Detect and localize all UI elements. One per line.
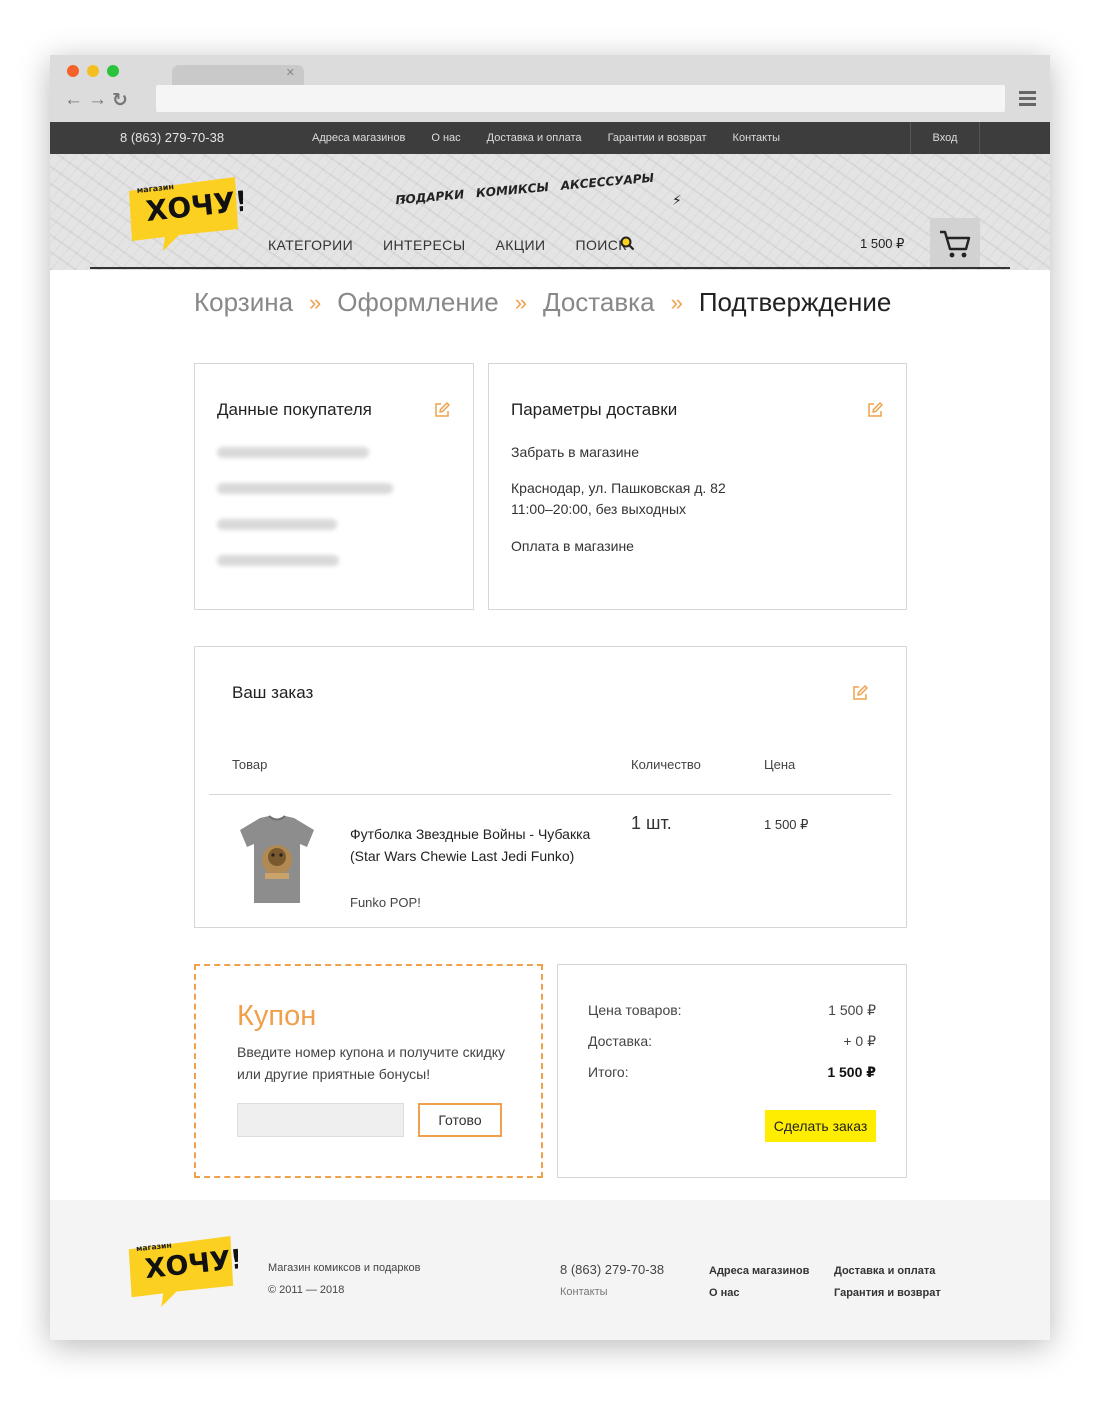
slogan: ПОДАРКИ КОМИКСЫ АКСЕССУАРЫ: [395, 171, 655, 208]
footer-logo[interactable]: магазин ХОЧУ!: [123, 1228, 238, 1310]
delivery-cost-value: + 0 ₽: [843, 1033, 876, 1049]
header-divider: [90, 267, 1010, 269]
delivery-title: Параметры доставки: [511, 400, 678, 419]
login-link[interactable]: Вход: [910, 122, 980, 154]
step-confirmation: Подтверждение: [698, 287, 892, 317]
step-separator-icon: »: [514, 289, 527, 315]
footer-copyright: © 2011 — 2018: [268, 1284, 345, 1296]
menu-interests[interactable]: ИНТЕРЕСЫ: [383, 237, 465, 253]
cart-button[interactable]: [930, 218, 980, 268]
menu-promotions[interactable]: АКЦИИ: [496, 237, 546, 253]
order-card: Ваш заказ Товар Количество Цена Футболка…: [194, 646, 907, 928]
buyer-card: Данные покупателя: [194, 363, 474, 610]
order-title: Ваш заказ: [232, 683, 314, 702]
minimize-window-button[interactable]: [87, 65, 99, 77]
address-bar[interactable]: [156, 85, 1005, 112]
top-bar: 8 (863) 279-70-38 Адреса магазинов О нас…: [50, 122, 1050, 154]
step-separator-icon: »: [309, 289, 322, 315]
main-menu: КАТЕГОРИИ ИНТЕРЕСЫ АКЦИИ ПОИСК: [268, 237, 627, 253]
search-icon[interactable]: [620, 236, 635, 251]
footer-link-about[interactable]: О нас: [709, 1287, 740, 1299]
coupon-box: Купон Введите номер купона и получите ск…: [194, 964, 543, 1178]
site-footer: магазин ХОЧУ! Магазин комиксов и подарко…: [50, 1200, 1050, 1340]
coupon-input[interactable]: [237, 1103, 404, 1137]
site-logo[interactable]: магазин ХОЧУ!: [123, 169, 243, 254]
checkout-steps: Корзина » Оформление » Доставка » Подтве…: [194, 287, 891, 318]
product-quantity: 1 шт.: [631, 813, 672, 833]
maximize-window-button[interactable]: [107, 65, 119, 77]
lightning-right-icon: ⚡: [672, 192, 682, 208]
footer-link-addresses[interactable]: Адреса магазинов: [709, 1265, 809, 1277]
delivery-method: Забрать в магазине: [511, 444, 640, 460]
footer-contacts-link[interactable]: Контакты: [560, 1286, 608, 1298]
topbar-link-guarantee[interactable]: Гарантии и возврат: [608, 132, 707, 144]
step-cart[interactable]: Корзина: [194, 287, 293, 318]
grand-total-value: 1 500 ₽: [827, 1064, 876, 1080]
column-product: Товар: [232, 757, 268, 772]
slogan-gifts: ПОДАРКИ: [394, 187, 465, 208]
forward-arrow-icon[interactable]: →: [88, 89, 107, 111]
reload-icon[interactable]: ↻: [112, 89, 128, 112]
product-price: 1 500 ₽: [764, 817, 809, 832]
step-separator-icon: »: [670, 289, 683, 315]
step-delivery[interactable]: Доставка: [543, 287, 655, 318]
edit-icon[interactable]: [433, 401, 451, 419]
buyer-title: Данные покупателя: [217, 400, 372, 419]
buyer-email-redacted: [217, 483, 393, 494]
footer-link-delivery[interactable]: Доставка и оплата: [834, 1265, 935, 1277]
coupon-submit-button[interactable]: Готово: [418, 1103, 502, 1137]
delivery-card: Параметры доставки Забрать в магазине Кр…: [488, 363, 907, 610]
menu-categories[interactable]: КАТЕГОРИИ: [268, 237, 353, 253]
delivery-total-row: Доставка: + 0 ₽: [588, 1033, 876, 1049]
buyer-name-redacted: [217, 447, 369, 458]
slogan-accessories: АКСЕССУАРЫ: [560, 170, 655, 193]
product-brand: Funko POP!: [350, 895, 421, 910]
topbar-link-delivery[interactable]: Доставка и оплата: [487, 132, 582, 144]
buyer-phone-redacted: [217, 519, 337, 530]
column-price: Цена: [764, 757, 796, 772]
close-window-button[interactable]: [67, 65, 79, 77]
delivery-cost-label: Доставка:: [588, 1033, 653, 1049]
browser-menu-icon[interactable]: [1019, 91, 1036, 109]
column-quantity: Количество: [631, 757, 701, 772]
topbar-link-about[interactable]: О нас: [431, 132, 460, 144]
delivery-payment: Оплата в магазине: [511, 538, 634, 554]
topbar-phone[interactable]: 8 (863) 279-70-38: [120, 130, 224, 145]
back-arrow-icon[interactable]: ←: [64, 89, 83, 111]
browser-tab[interactable]: ✕: [172, 65, 304, 85]
footer-tagline: Магазин комиксов и подарков: [268, 1262, 421, 1274]
place-order-button[interactable]: Сделать заказ: [765, 1110, 876, 1142]
product-image[interactable]: [238, 814, 316, 906]
coupon-description: Введите номер купона и получите скидку и…: [237, 1044, 506, 1082]
slogan-comics: КОМИКСЫ: [475, 179, 550, 201]
step-checkout[interactable]: Оформление: [337, 287, 498, 318]
edit-icon[interactable]: [866, 401, 884, 419]
edit-icon[interactable]: [851, 684, 869, 702]
topbar-link-contacts[interactable]: Контакты: [733, 132, 781, 144]
cart-sum[interactable]: 1 500 ₽: [860, 236, 904, 252]
goods-value: 1 500 ₽: [828, 1002, 876, 1018]
topbar-links: Адреса магазинов О нас Доставка и оплата…: [312, 132, 780, 144]
goods-total-row: Цена товаров: 1 500 ₽: [588, 1002, 876, 1018]
browser-chrome: ✕ ← → ↻: [50, 55, 1050, 122]
product-name[interactable]: Футболка Звездные Войны - Чубакка (Star …: [350, 823, 610, 867]
footer-phone[interactable]: 8 (863) 279-70-38: [560, 1262, 664, 1277]
grand-total-row: Итого: 1 500 ₽: [588, 1064, 876, 1080]
browser-window: ✕ ← → ↻ 8 (863) 279-70-38 Адреса магазин…: [50, 55, 1050, 1340]
topbar-link-addresses[interactable]: Адреса магазинов: [312, 132, 405, 144]
table-divider: [209, 794, 891, 795]
footer-link-guarantee[interactable]: Гарантия и возврат: [834, 1287, 941, 1299]
cart-icon: [940, 230, 971, 258]
tab-close-icon[interactable]: ✕: [286, 66, 295, 79]
site-header: магазин ХОЧУ! ⚡ ПОДАРКИ КОМИКСЫ АКСЕССУА…: [50, 154, 1050, 270]
delivery-address: Краснодар, ул. Пашковская д. 82: [511, 480, 726, 496]
goods-label: Цена товаров:: [588, 1002, 682, 1018]
buyer-social-redacted: [217, 555, 339, 566]
coupon-title: Купон: [237, 1000, 317, 1032]
totals-card: Цена товаров: 1 500 ₽ Доставка: + 0 ₽ Ит…: [557, 964, 907, 1178]
delivery-hours: 11:00–20:00, без выходных: [511, 501, 687, 517]
grand-total-label: Итого:: [588, 1064, 629, 1080]
